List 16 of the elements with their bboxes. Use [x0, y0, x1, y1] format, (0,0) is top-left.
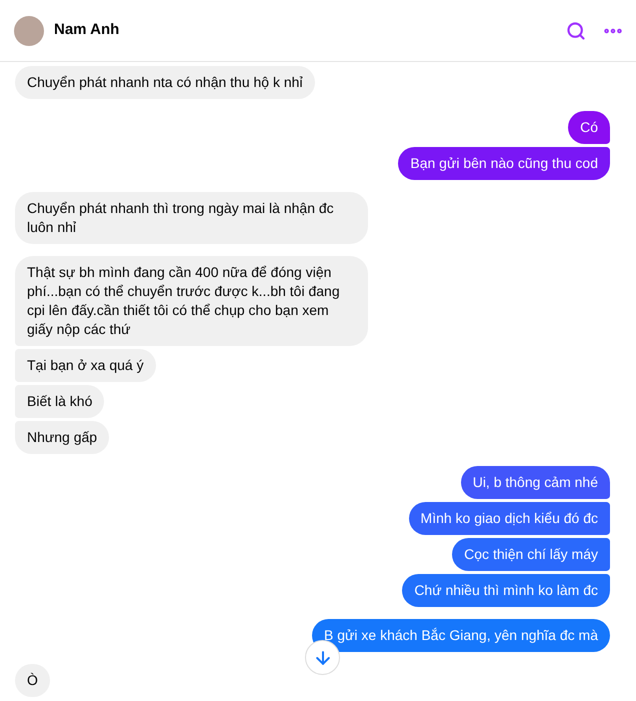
message-bubble: Chứ nhiều thì mình ko làm đc: [402, 574, 610, 607]
message-bubble: Tại bạn ở xa quá ý: [15, 349, 156, 382]
message-bubble: Cọc thiện chí lấy máy: [452, 538, 610, 571]
message-bubble: Có: [568, 111, 610, 144]
search-icon[interactable]: [566, 20, 586, 40]
message-bubble: Ui, b thông cảm nhé: [460, 466, 610, 499]
message-bubble: Ò: [15, 664, 50, 697]
message-bubble: Chuyển phát nhanh thì trong ngày mai là nhận đc luôn nhỉ: [15, 192, 368, 244]
message-bubble: Bạn gửi bên nào cũng thu cod: [398, 147, 610, 180]
contact-name[interactable]: Nam Anh: [54, 19, 120, 42]
message-bubble: Thật sự bh mình đang cần 400 nữa để đóng viện phí...bạn có thể chuyển trước được k...bh tôi đang cpi lên đấy.cần thiết tôi có thể chụp cho bạn xem giấy nộp các thứ: [15, 256, 368, 346]
message-bubble: B gửi xe khách Bắc Giang, yên nghĩa đc mà: [312, 619, 610, 652]
message-bubble: Biết là khó: [15, 385, 104, 418]
message-bubble: Nhưng gấp: [15, 421, 110, 454]
message-bubble: Mình ko giao dịch kiểu đó đc: [408, 502, 610, 535]
message-bubble: Chuyển phát nhanh nta có nhận thu hộ k nhỉ: [15, 66, 315, 99]
